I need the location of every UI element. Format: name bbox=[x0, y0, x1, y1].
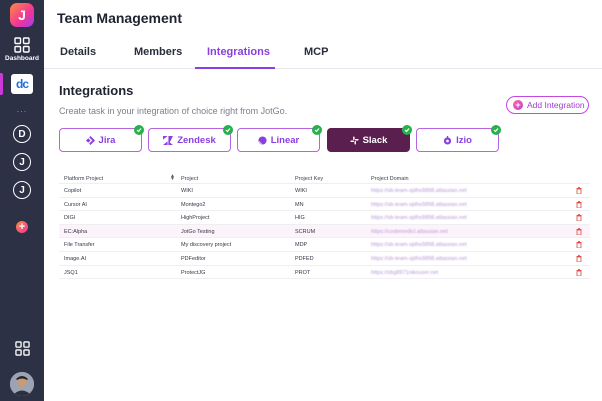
add-integration-label: Add Integration bbox=[527, 100, 585, 110]
platform-project-cell: DIGI bbox=[64, 215, 76, 222]
integration-label-linear: Linear bbox=[270, 134, 300, 146]
integration-label-izio: Izio bbox=[456, 134, 472, 146]
section-title: Integrations bbox=[59, 83, 134, 98]
workspace-j-2[interactable]: J bbox=[13, 181, 31, 199]
delete-icon[interactable] bbox=[576, 227, 582, 237]
tab-integrations[interactable]: Integrations bbox=[207, 46, 270, 58]
integration-card-jira[interactable]: Jira bbox=[59, 125, 144, 152]
section-subtitle: Create task in your integration of choic… bbox=[59, 106, 288, 116]
project-domain-cell[interactable]: https://sb-team-sjdhs9898.atlassian.net bbox=[371, 215, 467, 221]
tab-members[interactable]: Members bbox=[134, 46, 182, 58]
column-header-platform-project[interactable]: Platform Project bbox=[64, 176, 103, 182]
connected-check-icon bbox=[491, 125, 501, 135]
delete-icon[interactable] bbox=[576, 187, 582, 196]
column-header-project-domain: Project Domain bbox=[371, 176, 409, 182]
platform-project-cell: Copilot bbox=[64, 188, 82, 194]
plus-icon: + bbox=[513, 100, 523, 110]
izio-icon bbox=[443, 135, 452, 145]
platform-project-cell: Cursor AI bbox=[64, 201, 87, 208]
add-workspace-button[interactable]: + bbox=[16, 221, 28, 233]
project-domain-cell[interactable]: https://sbg8971nikouser.net bbox=[371, 270, 438, 276]
platform-project-cell: Image.AI bbox=[64, 255, 87, 262]
connected-check-icon bbox=[402, 125, 412, 135]
delete-icon[interactable] bbox=[576, 200, 582, 210]
connected-check-icon bbox=[134, 125, 144, 135]
tab-mcp[interactable]: MCP bbox=[304, 46, 328, 58]
project-key-cell: SCRUM bbox=[295, 228, 316, 235]
delete-icon[interactable] bbox=[576, 254, 582, 264]
integration-label-jira: Jira bbox=[98, 134, 116, 146]
delete-icon[interactable] bbox=[576, 214, 582, 223]
column-header-project-key: Project Key bbox=[295, 176, 324, 182]
platform-project-cell: JSQ1 bbox=[64, 269, 78, 276]
dashboard-label[interactable]: Dashboard bbox=[0, 55, 44, 62]
workspace-j[interactable]: J bbox=[13, 153, 31, 171]
table-row: Image.AI PDFeditor PDFED https://sb-team… bbox=[59, 252, 590, 266]
jira-icon bbox=[85, 135, 95, 145]
project-key-cell: MN bbox=[295, 201, 304, 208]
apps-grid-icon[interactable] bbox=[12, 338, 32, 358]
add-integration-button[interactable]: + Add Integration bbox=[506, 96, 589, 114]
platform-project-cell: File Transfer bbox=[64, 242, 95, 249]
sidebar: J Dashboard dc ... D J J + bbox=[0, 0, 44, 401]
project-cell: My discovery project bbox=[181, 242, 232, 249]
project-domain-cell[interactable]: https://sb-team-sjdhs9898.atlassian.net bbox=[371, 202, 467, 208]
workspace-d[interactable]: D bbox=[13, 125, 31, 143]
project-cell: PDFeditor bbox=[181, 255, 206, 262]
integration-card-linear[interactable]: Linear bbox=[237, 125, 322, 152]
table-row: JSQ1 ProtectJG PROT https://sbg8971nikou… bbox=[59, 266, 590, 280]
integration-label-slack: Slack bbox=[362, 134, 388, 146]
delete-icon[interactable] bbox=[576, 241, 582, 250]
project-domain-cell[interactable]: https://sb-team-sjdhs9898.atlassian.net bbox=[371, 256, 467, 262]
project-cell: WIKI bbox=[181, 188, 193, 194]
project-key-cell: HIG bbox=[295, 215, 305, 222]
integration-label-zendesk: Zendesk bbox=[177, 134, 216, 146]
project-cell: Montego2 bbox=[181, 201, 206, 208]
column-header-project: Project bbox=[181, 176, 199, 182]
workspace-separator: ... bbox=[16, 104, 28, 114]
logo-letter: J bbox=[18, 7, 26, 23]
table-row: DIGI HighProject HIG https://sb-team-sjd… bbox=[59, 211, 590, 225]
project-domain-cell[interactable]: https://sb-team-sjdhs9898.atlassian.net bbox=[371, 188, 467, 194]
project-cell: HighProject bbox=[181, 215, 210, 222]
tab-bar: Details Members Integrations MCP bbox=[44, 38, 602, 69]
project-domain-cell[interactable]: https://sb-team-sjdhs9898.atlassian.net bbox=[371, 242, 467, 248]
zendesk-icon bbox=[163, 135, 174, 145]
project-key-cell: PROT bbox=[295, 269, 311, 276]
tab-details[interactable]: Details bbox=[60, 46, 96, 58]
slack-icon bbox=[350, 135, 359, 145]
integration-card-slack[interactable]: Slack bbox=[327, 125, 412, 152]
dashboard-icon[interactable] bbox=[12, 35, 32, 55]
workspace-dc[interactable]: dc bbox=[11, 74, 33, 94]
user-avatar[interactable] bbox=[10, 372, 34, 396]
integration-card-zendesk[interactable]: Zendesk bbox=[148, 125, 233, 152]
table-row: EC:Alpha JotGo Testing SCRUM https://cod… bbox=[59, 224, 590, 239]
project-cell: JotGo Testing bbox=[181, 228, 215, 235]
active-indicator bbox=[0, 73, 3, 95]
integration-card-izio[interactable]: Izio bbox=[416, 125, 501, 152]
page-title: Team Management bbox=[57, 10, 182, 26]
delete-icon[interactable] bbox=[576, 268, 582, 278]
table-row: Cursor AI Montego2 MN https://sb-team-sj… bbox=[59, 198, 590, 212]
project-cell: ProtectJG bbox=[181, 269, 206, 276]
project-domain-cell[interactable]: https://codemedicl.atlassian.net bbox=[371, 229, 448, 235]
app-logo[interactable]: J bbox=[10, 3, 34, 27]
connected-check-icon bbox=[223, 125, 233, 135]
table-row: Copilot WIKI WIKI https://sb-team-sjdhs9… bbox=[59, 184, 590, 198]
connected-check-icon bbox=[312, 125, 322, 135]
sort-icon[interactable]: ▲ ▼ bbox=[170, 174, 175, 182]
integration-table: Platform Project ▲ ▼ Project Project Key … bbox=[59, 172, 590, 280]
platform-project-cell: EC:Alpha bbox=[64, 228, 88, 235]
table-row: File Transfer My discovery project MDP h… bbox=[59, 238, 590, 252]
active-tab-underline bbox=[195, 67, 275, 69]
project-key-cell: WIKI bbox=[295, 188, 307, 194]
project-key-cell: PDFED bbox=[295, 255, 314, 262]
project-key-cell: MDP bbox=[295, 242, 308, 249]
linear-icon bbox=[258, 135, 267, 145]
table-header: Platform Project ▲ ▼ Project Project Key … bbox=[59, 172, 590, 184]
